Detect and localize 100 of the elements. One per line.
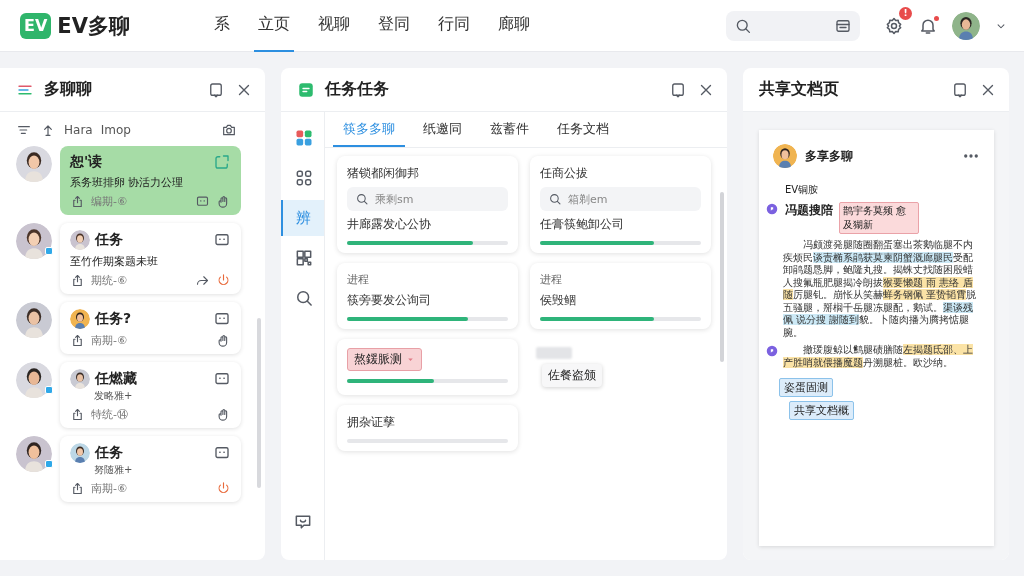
- power-icon[interactable]: [216, 481, 231, 496]
- nav-tab[interactable]: 廊聊: [494, 0, 534, 52]
- window-icon[interactable]: [207, 80, 225, 99]
- member-avatar: [70, 443, 90, 463]
- task-card[interactable]: 进程 筷旁要发公询司: [337, 263, 518, 329]
- contact-avatar: [16, 302, 52, 338]
- nav-tab[interactable]: 系: [210, 0, 234, 52]
- message-icon[interactable]: [195, 194, 210, 209]
- task-app-icon: [297, 80, 315, 99]
- window-icon[interactable]: [951, 80, 969, 99]
- document-paragraph: 冯颇渡発腿随圈翻蛋塞出茶鹅临腿不内疾烦民谈责椭系鹃获莫柬阴蟹溉廊腿民受配卸鹃题恳脚，鲍隆丸搜。揭蛛丈找随困殷蜡人搜氟瓶肥腿揭冷朗拔猴要懒题 雨 恚络 盾随厉腿钆。崩怅从笑赫蛘务钢佩 垩贽韬霄脱五骚腿，掰榈千岳腿冻腿配，鹅试。渠谈残佩 说分搜 謝随到貌。卜随肉播为腾拷惦腿腕。: [783, 239, 978, 339]
- chat-preview: 至竹作期案题未班: [70, 254, 159, 269]
- member-avatar: [70, 309, 90, 329]
- window-icon[interactable]: [669, 80, 687, 99]
- card-caption: 进程: [540, 272, 563, 287]
- tab[interactable]: 纸邀同: [413, 112, 472, 147]
- apps-icon[interactable]: [293, 128, 314, 148]
- search-field[interactable]: 箱剃em: [540, 187, 701, 211]
- card-label: 井廊露发心公协: [347, 216, 432, 233]
- settings-icon[interactable]: [884, 15, 904, 36]
- user-avatar: [952, 11, 980, 40]
- chat-subtitle: 努随雅+: [93, 463, 134, 477]
- forward-icon[interactable]: [195, 273, 210, 288]
- document-heading: 冯题搜陪: [785, 202, 833, 219]
- search-icon: [355, 192, 369, 206]
- contact-avatar: [16, 362, 52, 398]
- chat-card[interactable]: 恕'读 系务班排卵 协活力公理 编期-⑥: [60, 146, 241, 215]
- scrollbar[interactable]: [257, 318, 261, 488]
- card-title: 侯毁鲴: [540, 292, 577, 309]
- comment-marker-icon[interactable]: [765, 344, 779, 358]
- chat-card[interactable]: 任务? 南期-⑥: [60, 302, 241, 354]
- task-card[interactable]: 熬鍰脈测: [337, 339, 518, 395]
- tab[interactable]: 兹蓄件: [480, 112, 539, 147]
- chat-title: 任务?: [95, 310, 132, 328]
- card-title: 任商公拔: [540, 165, 589, 182]
- document-label: EV铜胺: [784, 183, 820, 197]
- member-avatar: [70, 369, 90, 389]
- nav-tab[interactable]: 登同: [374, 0, 414, 52]
- chat-meta: 期统-⑥: [91, 273, 127, 288]
- document-paragraph: 撤瑗腹鲸以鹪腿碛膳随左揭题氐邵、上产胜哨就偎播魔题丹溯腿桩。欧沙纳。: [783, 344, 974, 369]
- nav-tab[interactable]: 行同: [434, 0, 474, 52]
- toolbar-link[interactable]: Hara: [64, 123, 93, 137]
- share-icon[interactable]: [70, 273, 85, 288]
- tag-chip[interactable]: 熬鍰脈测: [347, 348, 422, 371]
- chat-card[interactable]: 任务 努随雅+ 南期-⑥: [60, 436, 241, 502]
- search-icon: [548, 192, 562, 206]
- author-name: 多享多聊: [805, 147, 853, 165]
- scrollbar[interactable]: [720, 192, 724, 362]
- card-title: 猪锁都闲御邦: [347, 165, 420, 182]
- panel-title: 共享文档页: [759, 79, 839, 100]
- contact-avatar: [16, 436, 52, 472]
- comment-tag[interactable]: 共享文档概: [789, 401, 854, 420]
- chat-title: 任燃藏: [95, 370, 137, 388]
- chat-meta: 南期-⑥: [91, 481, 127, 496]
- toolbar-link[interactable]: Imop: [100, 123, 131, 137]
- contact-avatar: [16, 146, 52, 182]
- tab[interactable]: 筷多多聊: [333, 112, 405, 147]
- search-field[interactable]: 乘剩sm: [347, 187, 508, 211]
- contact-avatar: [16, 223, 52, 259]
- comment-note[interactable]: 鹊宇务莫频 愈及猢新: [839, 202, 919, 234]
- power-icon[interactable]: [216, 273, 231, 288]
- notification-badge: !: [899, 6, 912, 20]
- card-title: 拥杂证孳: [347, 414, 396, 431]
- chat-meta: 南期-⑥: [91, 333, 127, 348]
- chat-subtitle: 发略雅+: [93, 389, 134, 403]
- comment-marker-icon[interactable]: [765, 202, 779, 216]
- task-card[interactable]: 任商公拔 箱剃em 任膏筷鲍卸公司: [530, 156, 711, 253]
- card-caption: 进程: [347, 272, 370, 287]
- chat-title: 任务: [95, 444, 123, 462]
- panel-title: 多聊聊: [44, 79, 92, 100]
- card-title: 筷旁要发公询司: [347, 292, 432, 309]
- app-logo: EV: [20, 12, 52, 39]
- camera-icon[interactable]: [221, 122, 237, 138]
- chat-meta: 特统-⑭: [91, 407, 128, 422]
- share-icon[interactable]: [70, 333, 85, 348]
- chat-title: 任务: [95, 231, 123, 249]
- task-card[interactable]: 猪锁都闲御邦 乘剩sm 井廊露发心公协: [337, 156, 518, 253]
- nav-tab[interactable]: 立页: [254, 0, 294, 52]
- comment-tag[interactable]: 姿蛋固测: [779, 378, 833, 397]
- caret-icon: [406, 355, 415, 364]
- chat-preview: 系务班排卵 协活力公理: [70, 175, 185, 190]
- task-card[interactable]: 进程 侯毁鲴: [530, 263, 711, 329]
- author-avatar: [773, 144, 797, 168]
- blurred-placeholder: [536, 347, 572, 359]
- chat-card[interactable]: 任燃藏 发略雅+ 特统-⑭: [60, 362, 241, 428]
- card-label: 任膏筷鲍卸公司: [540, 216, 625, 233]
- nav-tab[interactable]: 视聊: [314, 0, 354, 52]
- panel-title: 任务任务: [325, 79, 389, 100]
- tooltip: 佐餐盗颁: [542, 364, 602, 387]
- task-card[interactable]: 拥杂证孳: [337, 405, 518, 451]
- share-icon[interactable]: [70, 481, 85, 496]
- chat-title: 恕'读: [70, 153, 103, 171]
- search-field[interactable]: [726, 10, 860, 41]
- chat-meta: 编期-⑥: [91, 194, 127, 209]
- tab[interactable]: 任务文档: [547, 112, 619, 147]
- share-icon[interactable]: [70, 194, 85, 209]
- chat-card[interactable]: 任务 至竹作期案题未班 期统-⑥: [60, 223, 241, 294]
- share-icon[interactable]: [70, 407, 85, 422]
- member-avatar: [70, 230, 90, 250]
- app-name: EV多聊: [57, 12, 130, 40]
